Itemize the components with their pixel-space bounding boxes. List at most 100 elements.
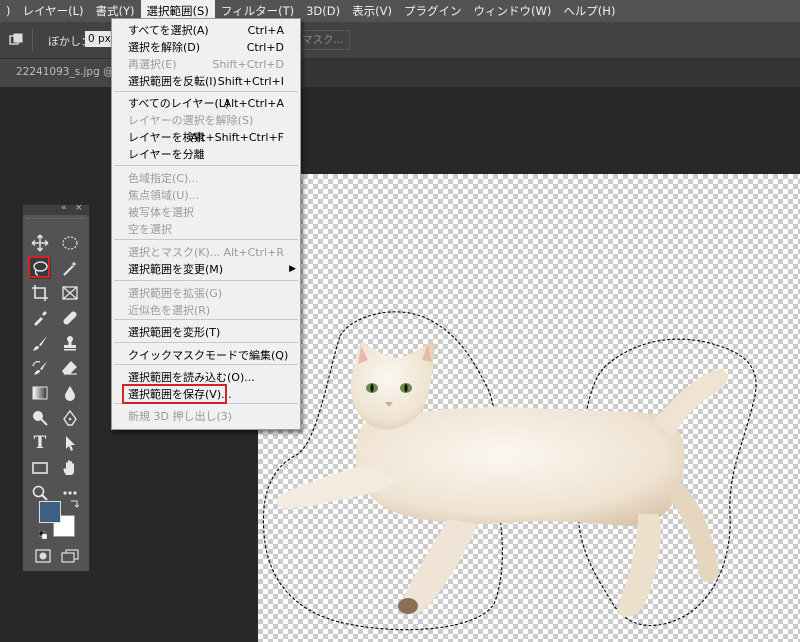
document-canvas[interactable] xyxy=(258,174,800,642)
cat-back-leg xyxy=(617,514,661,618)
menu-item-shortcut: Alt+Ctrl+R xyxy=(223,246,284,259)
screen-mode-icon[interactable] xyxy=(61,549,79,563)
menu-item-label: レイヤーの選択を解除(S) xyxy=(128,114,254,127)
menu-item[interactable]: 表示(V) xyxy=(346,0,398,22)
select-menu-item[interactable]: すべてのレイヤー(L) Alt+Ctrl+A xyxy=(112,95,300,112)
menu-item[interactable]: レイヤー(L) xyxy=(17,0,90,22)
menu-item-label: すべてを選択(A) xyxy=(128,24,209,37)
default-colors-icon[interactable] xyxy=(39,531,47,539)
menu-item[interactable]: プラグイン xyxy=(398,0,468,22)
magic-wand-icon[interactable] xyxy=(59,257,81,279)
select-menu-item[interactable]: 選択を解除(D) Ctrl+D xyxy=(112,39,300,56)
select-menu-item[interactable]: レイヤーの選択を解除(S) xyxy=(112,112,300,129)
menu-item-label: 選択範囲を反転(I) xyxy=(128,75,217,88)
menu-item[interactable]: ヘルプ(H) xyxy=(557,0,621,22)
menu-item-shortcut: Shift+Ctrl+D xyxy=(212,58,284,71)
toolbox-panel: « × T xyxy=(22,203,90,572)
arrow-icon[interactable] xyxy=(59,432,81,454)
menu-separator xyxy=(114,342,298,343)
menu-separator xyxy=(114,319,298,320)
menu-item-label: クイックマスクモードで編集(Q) xyxy=(128,349,289,362)
crop-icon[interactable] xyxy=(29,282,51,304)
cat-tail xyxy=(653,369,728,436)
rectangle-icon[interactable] xyxy=(29,457,51,479)
close-icon[interactable]: × xyxy=(75,203,83,213)
menu-separator xyxy=(114,165,298,166)
select-menu-item[interactable]: 焦点領域(U)... xyxy=(112,187,300,204)
foreground-color-swatch[interactable] xyxy=(39,501,61,523)
select-menu-item[interactable]: 近似色を選択(R) xyxy=(112,302,300,319)
select-menu-item[interactable]: 色域指定(C)... xyxy=(112,170,300,187)
menu-separator xyxy=(114,239,298,240)
ellipse-marquee-icon[interactable] xyxy=(59,232,81,254)
move-icon[interactable] xyxy=(29,232,51,254)
menu-item[interactable]: ) xyxy=(0,0,17,22)
gradient-icon[interactable] xyxy=(29,382,51,404)
select-menu-item[interactable]: レイヤーを分離 xyxy=(112,146,300,163)
feather-input[interactable]: 0 px xyxy=(85,31,114,47)
drop-icon[interactable] xyxy=(59,382,81,404)
select-menu-item[interactable]: 選択範囲を反転(I) Shift+Ctrl+I xyxy=(112,73,300,90)
divider xyxy=(32,28,33,52)
collapse-icon[interactable]: « xyxy=(61,203,67,213)
menu-item-label: レイヤーを分離 xyxy=(128,148,205,161)
menu-item-shortcut: Alt+Ctrl+A xyxy=(223,97,284,110)
stamp-icon[interactable] xyxy=(59,332,81,354)
select-and-mask-button[interactable]: マスク... xyxy=(298,30,350,50)
menu-separator xyxy=(114,91,298,92)
menu-item[interactable]: 3D(D) xyxy=(300,0,346,22)
select-menu-item[interactable]: 選択範囲を変形(T) xyxy=(112,324,300,341)
document-tab-title: 22241093_s.jpg @ 1 xyxy=(16,66,124,78)
menu-item-label: 選択範囲を変形(T) xyxy=(128,326,221,339)
toolbox-grip[interactable] xyxy=(27,218,85,225)
type-icon[interactable]: T xyxy=(29,432,51,454)
menu-separator xyxy=(114,364,298,365)
lasso-icon[interactable] xyxy=(28,256,51,279)
type-glyph: T xyxy=(33,433,47,453)
eyedropper-icon[interactable] xyxy=(29,307,51,329)
pen-icon[interactable] xyxy=(59,407,81,429)
hand-icon[interactable] xyxy=(59,457,81,479)
menu-item-label: すべてのレイヤー(L) xyxy=(128,97,230,110)
cat-image xyxy=(262,311,757,631)
menu-item-label: 新規 3D 押し出し(3) xyxy=(128,410,233,423)
menu-item-label: 近似色を選択(R) xyxy=(128,304,211,317)
menu-item[interactable]: ウィンドウ(W) xyxy=(467,0,557,22)
dodge-icon[interactable] xyxy=(29,407,51,429)
menu-item-label: 被写体を選択 xyxy=(128,206,194,219)
select-menu-item[interactable]: 再選択(E) Shift+Ctrl+D xyxy=(112,56,300,73)
brush-icon[interactable] xyxy=(29,332,51,354)
cat-back-leg-2 xyxy=(668,479,718,583)
select-menu-item[interactable]: 選択範囲を拡張(G) xyxy=(112,285,300,302)
menu-item-label: 選択範囲を変更(M) xyxy=(128,263,224,276)
select-menu-item[interactable]: すべてを選択(A) Ctrl+A xyxy=(112,22,300,39)
select-menu-dropdown: すべてを選択(A) Ctrl+A 選択を解除(D) Ctrl+D 再選択(E) Shift… xyxy=(111,18,301,430)
menu-item-label: 焦点領域(U)... xyxy=(128,189,200,202)
frame-icon[interactable] xyxy=(59,282,81,304)
menu-item-label: 空を選択 xyxy=(128,223,172,236)
select-menu-item[interactable]: レイヤーを検索 Alt+Shift+Ctrl+F xyxy=(112,129,300,146)
select-menu-item[interactable]: 被写体を選択 xyxy=(112,204,300,221)
menu-item-shortcut: Ctrl+D xyxy=(246,41,284,54)
menu-item-label: 選択を解除(D) xyxy=(128,41,201,54)
submenu-arrow-icon: ▶ xyxy=(289,264,296,274)
menu-item-shortcut: Ctrl+A xyxy=(247,24,284,37)
history-brush-icon[interactable] xyxy=(29,357,51,379)
toolbox-header[interactable]: « × xyxy=(23,203,89,215)
swap-colors-icon[interactable] xyxy=(69,499,79,509)
select-menu-item[interactable]: 新規 3D 押し出し(3) xyxy=(112,408,300,425)
new-selection-icon[interactable] xyxy=(9,33,23,47)
menu-item-label: 色域指定(C)... xyxy=(128,172,199,185)
save-selection-highlight xyxy=(122,384,227,404)
menu-item-label: 選択範囲を拡張(G) xyxy=(128,287,223,300)
select-menu-item[interactable]: 空を選択 xyxy=(112,221,300,238)
select-menu-item[interactable]: クイックマスクモードで編集(Q) xyxy=(112,347,300,364)
select-menu-item[interactable]: 選択範囲を変更(M) ▶ xyxy=(112,261,300,278)
eraser-icon[interactable] xyxy=(59,357,81,379)
quick-mask-icon[interactable] xyxy=(35,549,51,563)
document-tab[interactable]: 22241093_s.jpg @ 1 xyxy=(0,59,124,87)
bandage-icon[interactable] xyxy=(59,307,81,329)
menu-separator xyxy=(114,280,298,281)
menu-item-label: 選択とマスク(K)... xyxy=(128,246,221,259)
select-menu-item[interactable]: 選択とマスク(K)... Alt+Ctrl+R xyxy=(112,244,300,261)
